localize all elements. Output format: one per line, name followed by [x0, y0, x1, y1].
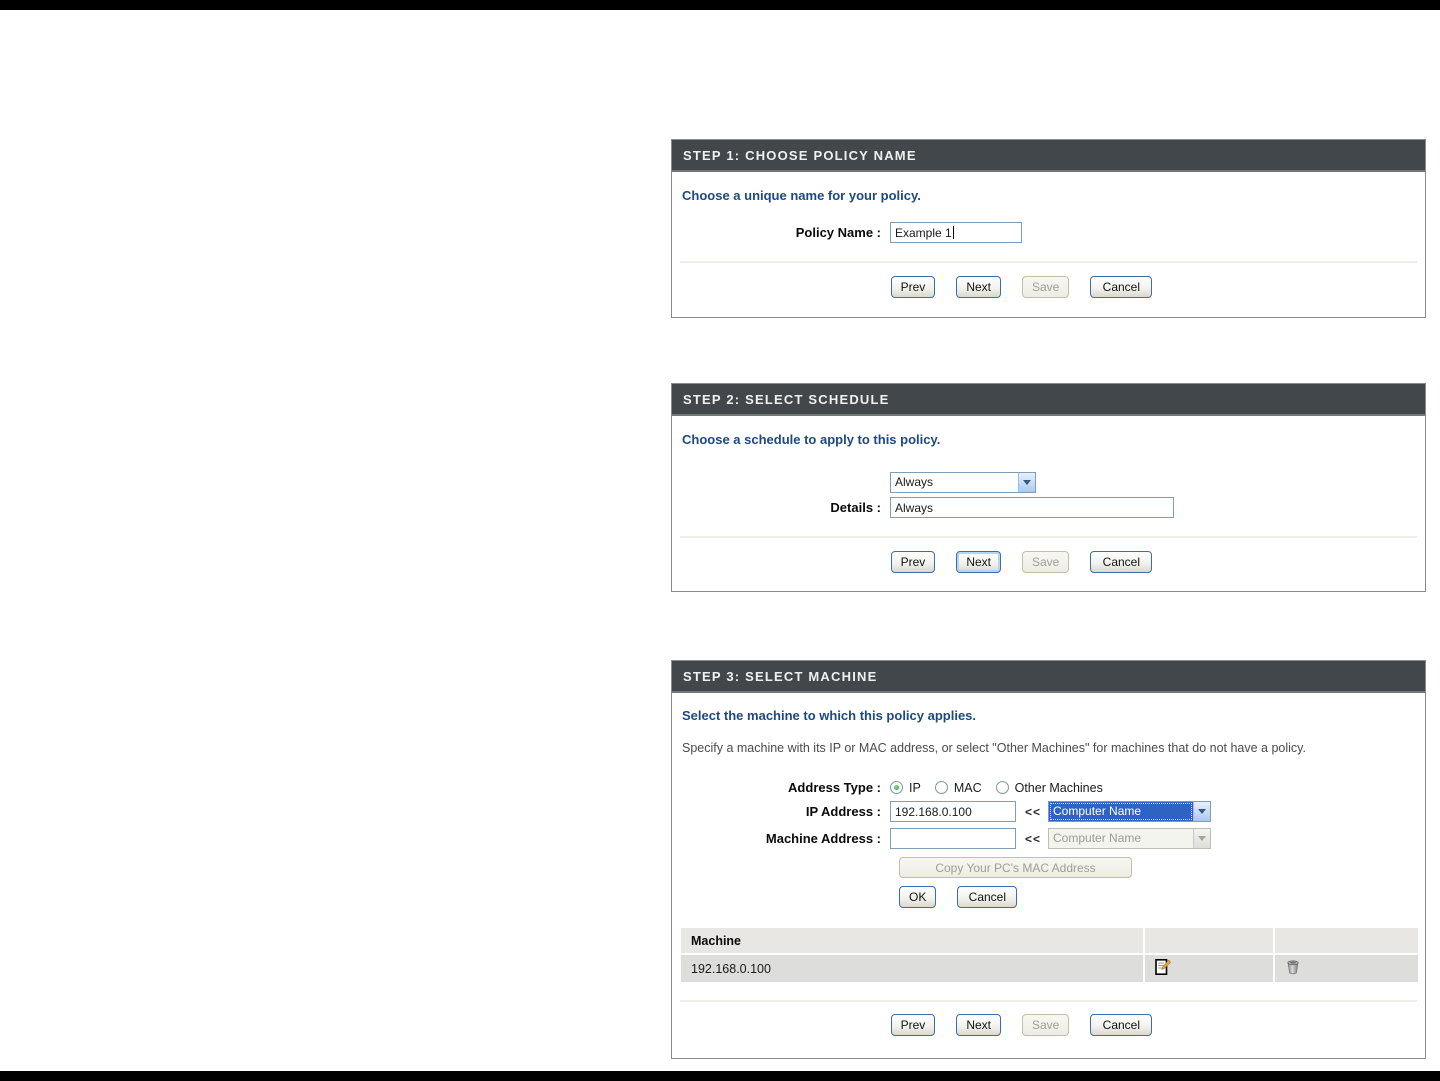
step2-panel-body: Choose a schedule to apply to this polic… — [672, 416, 1425, 589]
chevron-down-icon — [1193, 829, 1210, 848]
radio-ip[interactable] — [890, 781, 903, 794]
machine-table-row: 192.168.0.100 — [681, 955, 1418, 982]
policy-name-label: Policy Name : — [679, 225, 890, 240]
computer-name-select-disabled-value: Computer Name — [1049, 829, 1193, 848]
details-input[interactable]: Always — [890, 497, 1174, 518]
chevron-down-icon[interactable] — [1193, 802, 1210, 821]
save-button[interactable]: Save — [1022, 551, 1069, 573]
policy-name-input[interactable]: Example 1 — [890, 222, 1022, 243]
save-button[interactable]: Save — [1022, 1014, 1069, 1036]
prev-button[interactable]: Prev — [891, 276, 936, 298]
ip-address-value: 192.168.0.100 — [895, 805, 972, 819]
prev-button[interactable]: Prev — [891, 1014, 936, 1036]
prev-button[interactable]: Prev — [891, 551, 936, 573]
machine-table-header-row: Machine — [681, 928, 1418, 953]
step2-intro-text: Choose a schedule to apply to this polic… — [679, 416, 1418, 447]
ip-address-label: IP Address : — [679, 804, 890, 819]
details-value: Always — [895, 501, 933, 515]
page-bottom-rule — [0, 1071, 1440, 1081]
document-page: { "page": { "background": "#ffffff", "ru… — [0, 0, 1440, 1081]
computer-name-select-value: Computer Name — [1049, 802, 1193, 821]
section-divider — [680, 261, 1417, 263]
radio-other-machines-label: Other Machines — [1015, 781, 1103, 795]
cancel-button[interactable]: Cancel — [1090, 1014, 1152, 1036]
step1-panel-title: STEP 1: CHOOSE POLICY NAME — [672, 140, 1425, 172]
step3-panel-body: Select the machine to which this policy … — [672, 693, 1425, 1052]
page-top-rule — [0, 0, 1440, 10]
trash-icon[interactable] — [1285, 959, 1301, 975]
next-button[interactable]: Next — [956, 551, 1001, 573]
chevron-down-icon[interactable] — [1018, 473, 1035, 492]
cancel-button[interactable]: Cancel — [1090, 551, 1152, 573]
step1-panel: STEP 1: CHOOSE POLICY NAME Choose a uniq… — [671, 139, 1426, 318]
next-button[interactable]: Next — [956, 276, 1001, 298]
copy-left-arrows: << — [1025, 805, 1041, 819]
delete-column-header — [1275, 928, 1418, 953]
machine-address-label: Machine Address : — [679, 831, 890, 846]
step1-intro-text: Choose a unique name for your policy. — [679, 172, 1418, 203]
step3-panel: STEP 3: SELECT MACHINE Select the machin… — [671, 660, 1426, 1059]
edit-column-header — [1145, 928, 1273, 953]
policy-name-value: Example 1 — [895, 226, 952, 240]
radio-mac[interactable] — [935, 781, 948, 794]
step2-panel-title: STEP 2: SELECT SCHEDULE — [672, 384, 1425, 416]
ok-button[interactable]: OK — [899, 886, 936, 908]
machine-cell: 192.168.0.100 — [681, 955, 1143, 982]
save-button[interactable]: Save — [1022, 276, 1069, 298]
radio-ip-label: IP — [909, 781, 921, 795]
cancel-button[interactable]: Cancel — [1090, 276, 1152, 298]
ip-address-input[interactable]: 192.168.0.100 — [890, 801, 1016, 822]
computer-name-select-disabled: Computer Name — [1048, 828, 1211, 849]
step2-panel: STEP 2: SELECT SCHEDULE Choose a schedul… — [671, 383, 1426, 592]
schedule-select[interactable]: Always — [890, 472, 1036, 493]
schedule-select-value: Always — [891, 473, 1018, 492]
section-divider — [680, 536, 1417, 538]
section-divider — [680, 1000, 1417, 1002]
step3-panel-title: STEP 3: SELECT MACHINE — [672, 661, 1425, 693]
radio-mac-label: MAC — [954, 781, 982, 795]
step1-panel-body: Choose a unique name for your policy. Po… — [672, 172, 1425, 314]
computer-name-select[interactable]: Computer Name — [1048, 801, 1211, 822]
machine-cancel-button[interactable]: Cancel — [957, 886, 1017, 908]
next-button[interactable]: Next — [956, 1014, 1001, 1036]
machine-address-input[interactable] — [890, 828, 1016, 849]
address-type-label: Address Type : — [679, 780, 890, 795]
copy-mac-address-button[interactable]: Copy Your PC's MAC Address — [899, 857, 1132, 878]
step3-description-text: Specify a machine with its IP or MAC add… — [679, 723, 1418, 755]
copy-left-arrows: << — [1025, 832, 1041, 846]
machine-table: Machine 192.168.0.100 — [679, 926, 1420, 984]
machine-column-header: Machine — [681, 928, 1143, 953]
text-cursor — [953, 226, 954, 239]
details-label: Details : — [679, 500, 890, 515]
edit-icon[interactable] — [1155, 959, 1171, 975]
step3-intro-text: Select the machine to which this policy … — [679, 693, 1418, 723]
radio-other-machines[interactable] — [996, 781, 1009, 794]
